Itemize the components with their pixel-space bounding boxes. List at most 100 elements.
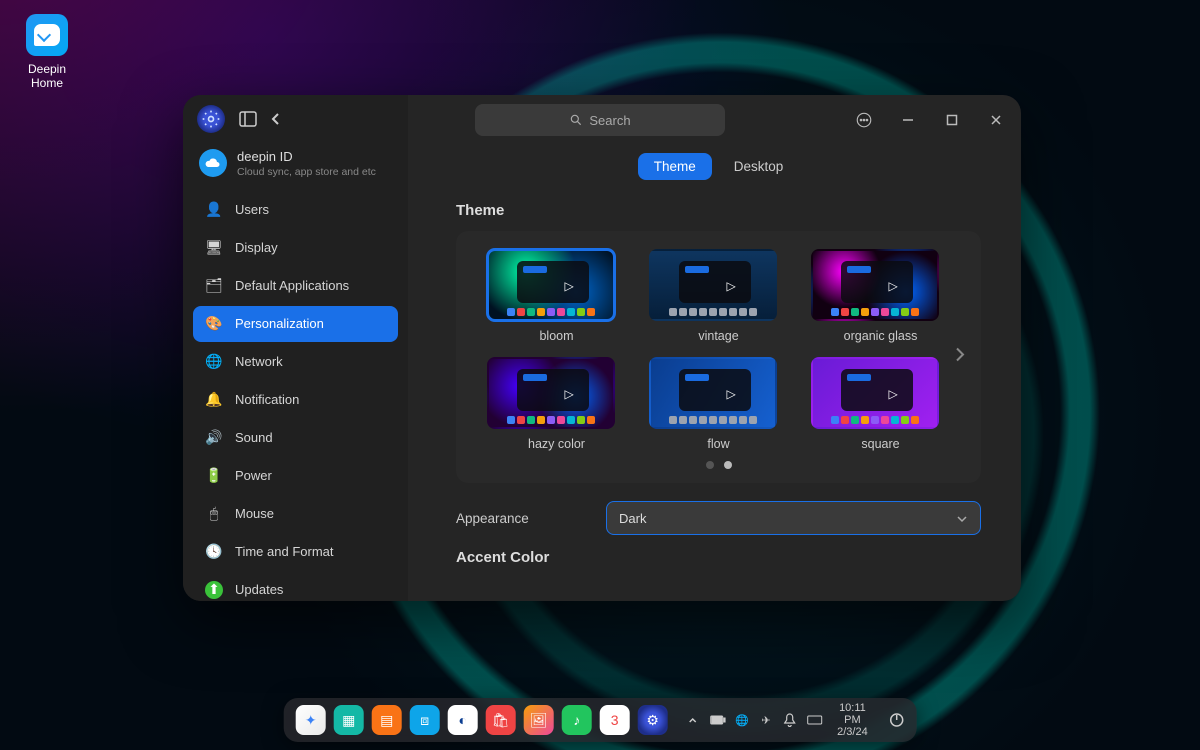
tray-power-icon[interactable] — [888, 712, 904, 728]
sidepanel-toggle-icon[interactable] — [239, 111, 257, 127]
apps-icon: 🗂 — [205, 277, 223, 295]
chevron-right-icon — [955, 347, 965, 363]
tray-clock[interactable]: 10:11 PM 2/3/24 — [833, 702, 873, 738]
theme-thumbnail: ▷ — [811, 249, 939, 321]
sidebar-item-time[interactable]: 🕓 Time and Format — [193, 534, 398, 570]
desktop-icon-deepin-home[interactable]: Deepin Home — [12, 14, 82, 90]
settings-icon[interactable]: ⚙ — [638, 705, 668, 735]
sidebar-item-label: Personalization — [235, 316, 324, 331]
search-input[interactable]: Search — [475, 104, 725, 136]
section-title-accent: Accent Color — [456, 549, 981, 566]
sidebar-item-label: Time and Format — [235, 544, 334, 559]
pager-dot[interactable] — [706, 461, 714, 469]
cloud-icon — [199, 149, 227, 177]
sidebar-item-updates[interactable]: ⬆ Updates — [193, 572, 398, 601]
more-icon — [855, 111, 873, 129]
maximize-button[interactable] — [937, 105, 967, 135]
music-icon[interactable]: ♪ — [562, 705, 592, 735]
sidebar-item-default-apps[interactable]: 🗂 Default Applications — [193, 268, 398, 304]
theme-card-flow[interactable]: ▷flow — [649, 357, 789, 451]
sidebar-item-personalization[interactable]: 🎨 Personalization — [193, 306, 398, 342]
tab-bar: ThemeDesktop — [456, 153, 981, 180]
tray-keyboard-icon[interactable] — [807, 712, 823, 728]
sidebar-item-label: Users — [235, 202, 269, 217]
theme-thumbnail: ▷ — [487, 249, 615, 321]
theme-next-button[interactable] — [945, 337, 975, 378]
back-button[interactable] — [271, 112, 281, 126]
clock-icon: 🕓 — [205, 543, 223, 561]
sidebar-item-label: Updates — [235, 582, 283, 597]
pager-dot[interactable] — [724, 461, 732, 469]
theme-label: square — [811, 437, 951, 451]
tab-desktop[interactable]: Desktop — [718, 153, 800, 180]
titlebar-left — [183, 95, 408, 143]
sidebar-item-label: Power — [235, 468, 272, 483]
appearance-row: Appearance Dark — [456, 501, 981, 535]
theme-label: organic glass — [811, 329, 951, 343]
tray-expand-icon[interactable] — [686, 712, 700, 728]
account-summary[interactable]: deepin ID Cloud sync, app store and etc — [183, 143, 408, 192]
sidebar-item-notification[interactable]: 🔔 Notification — [193, 382, 398, 418]
minimize-button[interactable] — [893, 105, 923, 135]
theme-card-square[interactable]: ▷square — [811, 357, 951, 451]
sidebar: deepin ID Cloud sync, app store and etc … — [183, 95, 408, 601]
theme-card-bloom[interactable]: ▷bloom — [487, 249, 627, 343]
theme-card-hazy[interactable]: ▷ hazy color — [487, 357, 627, 451]
battery-icon: 🔋 — [205, 467, 223, 485]
appearance-select[interactable]: Dark — [606, 501, 981, 535]
calendar-icon[interactable]: 3 — [600, 705, 630, 735]
brush-icon: 🎨 — [205, 315, 223, 333]
launcher-icon[interactable]: ✦ — [296, 705, 326, 735]
appearance-label: Appearance — [456, 511, 606, 526]
theme-thumbnail: ▷ — [649, 249, 777, 321]
sidebar-item-display[interactable]: 🖥Display — [193, 230, 398, 266]
update-icon: ⬆ — [205, 581, 223, 599]
close-button[interactable] — [981, 105, 1011, 135]
bag-icon[interactable]: 🛍 — [486, 705, 516, 735]
user-icon: 👤 — [205, 201, 223, 219]
browser-icon[interactable]: ◐ — [448, 705, 478, 735]
sidebar-item-label: Sound — [235, 430, 273, 445]
tray-battery-icon[interactable] — [709, 712, 725, 728]
theme-pager — [456, 461, 981, 469]
account-subtitle: Cloud sync, app store and etc — [237, 166, 376, 178]
sidebar-item-network[interactable]: 🌐Network — [193, 344, 398, 380]
store-icon[interactable]: ⧈ — [410, 705, 440, 735]
chevron-down-icon — [956, 511, 968, 526]
tray-notifications-icon[interactable] — [783, 712, 797, 728]
sidebar-item-mouse[interactable]: 🖱Mouse — [193, 496, 398, 532]
globe-icon: 🌐 — [205, 353, 223, 371]
theme-thumbnail: ▷ — [487, 357, 615, 429]
tray-date: 2/3/24 — [833, 726, 873, 738]
bell-icon: 🔔 — [205, 391, 223, 409]
multitask-icon[interactable]: ▦ — [334, 705, 364, 735]
theme-grid: ▷bloom▷vintage▷organic glass▷hazy color▷… — [456, 249, 981, 451]
menu-button[interactable] — [849, 105, 879, 135]
tray-airplane-icon[interactable]: ✈ — [759, 712, 773, 728]
maximize-icon — [946, 114, 958, 126]
section-title-theme: Theme — [456, 202, 981, 219]
titlebar-right: Search — [408, 95, 1021, 145]
minimize-icon — [901, 113, 915, 127]
theme-label: vintage — [649, 329, 789, 343]
app-icon — [197, 105, 225, 133]
search-icon — [569, 113, 583, 127]
appearance-value: Dark — [619, 511, 646, 526]
files-icon[interactable]: ▤ — [372, 705, 402, 735]
sidebar-item-sound[interactable]: 🔊Sound — [193, 420, 398, 456]
tab-theme[interactable]: Theme — [638, 153, 712, 180]
sidebar-item-power[interactable]: 🔋 Power — [193, 458, 398, 494]
nav-list: 👤 Users 🖥Display 🗂 Default Applications 🎨 Pers… — [183, 192, 408, 601]
sidebar-item-label: Default Applications — [235, 278, 349, 293]
theme-label: hazy color — [487, 437, 627, 451]
theme-card-organic[interactable]: ▷ organic glass — [811, 249, 951, 343]
theme-card-vintage[interactable]: ▷ vintage — [649, 249, 789, 343]
dock-apps: ✦ ▦ ▤ ⧈ ◐ 🛍 🖼 ♪ 3 ⚙ — [296, 705, 668, 735]
tray-network-icon[interactable]: 🌐 — [735, 712, 749, 728]
theme-thumbnail: ▷ — [649, 357, 777, 429]
mouse-icon: 🖱 — [205, 505, 223, 523]
sidebar-item-users[interactable]: 👤 Users — [193, 192, 398, 228]
photos-icon[interactable]: 🖼 — [524, 705, 554, 735]
settings-window: deepin ID Cloud sync, app store and etc … — [183, 95, 1021, 601]
sidebar-item-label: Notification — [235, 392, 299, 407]
